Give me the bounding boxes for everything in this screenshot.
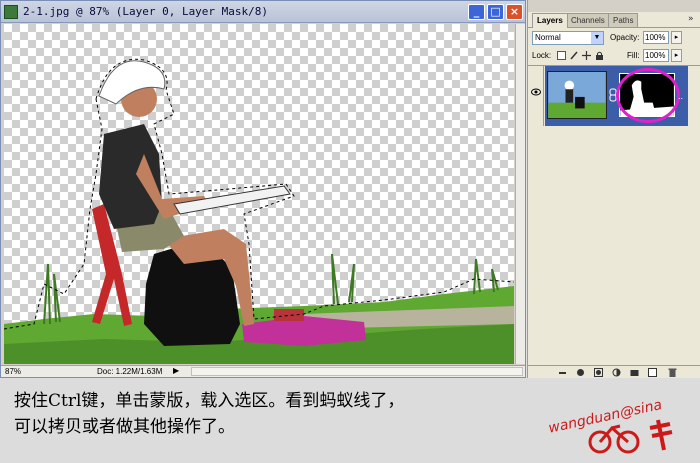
lock-all-icon[interactable] <box>595 51 604 60</box>
add-mask-icon[interactable] <box>594 368 603 377</box>
lock-row: Lock: Fill: 100% ▸ <box>528 47 700 63</box>
chevron-down-icon: ▼ <box>591 32 603 44</box>
blend-mode-value: Normal <box>535 33 561 42</box>
photo-cutout <box>4 58 514 364</box>
selected-layer[interactable]: .. <box>545 66 688 126</box>
document-title: 2-1.jpg @ 87% (Layer 0, Layer Mask/8) <box>23 5 269 18</box>
link-layers-icon[interactable] <box>558 368 567 377</box>
layer-style-icon[interactable] <box>576 368 585 377</box>
mask-highlight-circle <box>616 68 680 123</box>
tab-channels[interactable]: Channels <box>566 13 610 27</box>
vertical-scrollbar[interactable] <box>515 24 525 364</box>
eye-icon <box>531 88 541 96</box>
lock-transparent-icon[interactable] <box>557 51 566 60</box>
layers-palette: Layers Channels Paths » Normal ▼ Opacity… <box>527 0 700 378</box>
layer-list: .. <box>528 65 700 365</box>
palette-body: Normal ▼ Opacity: 100% ▸ Lock: Fill: 100… <box>528 27 700 365</box>
lock-move-icon[interactable] <box>582 51 591 60</box>
caption-line-2: 可以拷贝或者做其他操作了。 <box>14 417 235 437</box>
fill-input[interactable]: 100% <box>643 49 669 62</box>
zoom-level[interactable]: 87% <box>5 367 21 376</box>
blend-mode-select[interactable]: Normal ▼ <box>532 31 604 45</box>
new-group-icon[interactable] <box>630 368 639 377</box>
palette-menu-icon[interactable]: » <box>688 14 694 24</box>
maximize-button[interactable]: □ <box>487 4 504 20</box>
tab-layers[interactable]: Layers <box>532 13 568 28</box>
tutorial-caption: 按住Ctrl键，单击蒙版，载入选区。看到蚂蚁线了， 可以拷贝或者做其他操作了。 … <box>0 378 700 463</box>
opacity-slider-arrow-icon[interactable]: ▸ <box>671 31 682 44</box>
palette-titlebar[interactable] <box>528 0 700 12</box>
lock-label: Lock: <box>532 51 552 60</box>
trash-icon[interactable] <box>668 368 677 377</box>
photoshop-document-icon <box>4 5 18 19</box>
horizontal-scrollbar[interactable] <box>191 367 523 376</box>
opacity-label: Opacity: <box>610 33 640 42</box>
caption-line-1: 按住Ctrl键，单击蒙版，载入选区。看到蚂蚁线了， <box>14 391 405 411</box>
layer-thumbnail[interactable] <box>547 71 607 119</box>
new-layer-icon[interactable] <box>648 368 657 377</box>
visibility-toggle[interactable] <box>528 66 544 126</box>
document-titlebar[interactable]: 2-1.jpg @ 87% (Layer 0, Layer Mask/8) _ … <box>1 1 525 23</box>
minimize-button[interactable]: _ <box>468 4 485 20</box>
close-button[interactable]: × <box>506 4 523 20</box>
image-canvas[interactable] <box>4 24 514 364</box>
status-bar: 87% Doc: 1.22M/1.63M ▶ <box>1 365 525 377</box>
watermark-logo: wangduan@sina <box>547 397 673 454</box>
opacity-input[interactable]: 100% <box>643 31 669 44</box>
watermark-text: wangduan@sina <box>547 397 663 437</box>
status-menu-arrow-icon[interactable]: ▶ <box>173 366 179 375</box>
new-fill-layer-icon[interactable] <box>612 368 621 377</box>
layer-row[interactable]: .. <box>528 66 700 126</box>
palette-footer <box>528 365 700 378</box>
fill-label: Fill: <box>627 51 640 60</box>
lock-brush-icon[interactable] <box>570 51 579 60</box>
document-size-info: Doc: 1.22M/1.63M <box>97 367 163 376</box>
fill-slider-arrow-icon[interactable]: ▸ <box>671 49 682 62</box>
tab-paths[interactable]: Paths <box>608 13 639 27</box>
document-window: 2-1.jpg @ 87% (Layer 0, Layer Mask/8) _ … <box>0 0 526 378</box>
layer-name: .. <box>678 92 684 101</box>
